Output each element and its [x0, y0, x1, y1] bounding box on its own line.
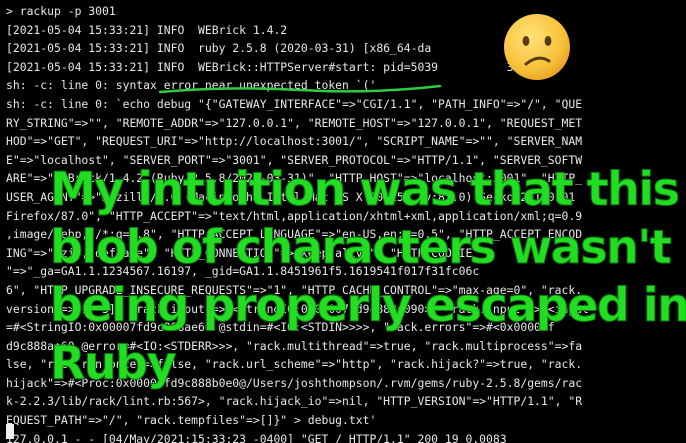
- caption-line-1: My intuition was that this: [50, 162, 681, 217]
- terminal-line: k-2.2.3/lib/rack/lint.rb:567>, "rack.hij…: [6, 394, 583, 409]
- terminal-line: > rackup -p 3001: [6, 4, 116, 18]
- terminal-line: EQUEST_PATH"=>"/", "rack.tempfiles"=>[]}…: [6, 413, 377, 428]
- terminal-line: [2021-05-04 15:33:21] INFO WEBrick 1.4.2: [6, 22, 288, 37]
- terminal-line: HOD"=>"GET", "REQUEST_URI"=>"http://loca…: [6, 134, 583, 149]
- terminal-line: RY_STRING"=>"", "REMOTE_ADDR"=>"127.0.0.…: [6, 115, 583, 130]
- overlay-caption: My intuition was that this blob of chara…: [50, 160, 686, 392]
- terminal-cursor: [6, 424, 14, 439]
- terminal-line: sh: -c: line 0: syntax error near unexpe…: [6, 78, 377, 93]
- terminal-line: 127.0.0.1 - - [04/May/2021:15:33:23 -040…: [6, 431, 507, 443]
- caption-line-4: Ruby: [50, 336, 178, 391]
- caption-line-2: blob of characters wasn't: [50, 220, 673, 275]
- confused-face-icon: [504, 14, 570, 80]
- terminal-line: [2021-05-04 15:33:21] INFO ruby 2.5.8 (2…: [6, 41, 432, 56]
- caption-line-3: being properly escaped in: [50, 278, 686, 333]
- terminal-line: sh: -c: line 0: `echo debug "{"GATEWAY_I…: [6, 96, 583, 111]
- terminal-line: [2021-05-04 15:33:21] INFO WEBrick::HTTP…: [6, 59, 535, 74]
